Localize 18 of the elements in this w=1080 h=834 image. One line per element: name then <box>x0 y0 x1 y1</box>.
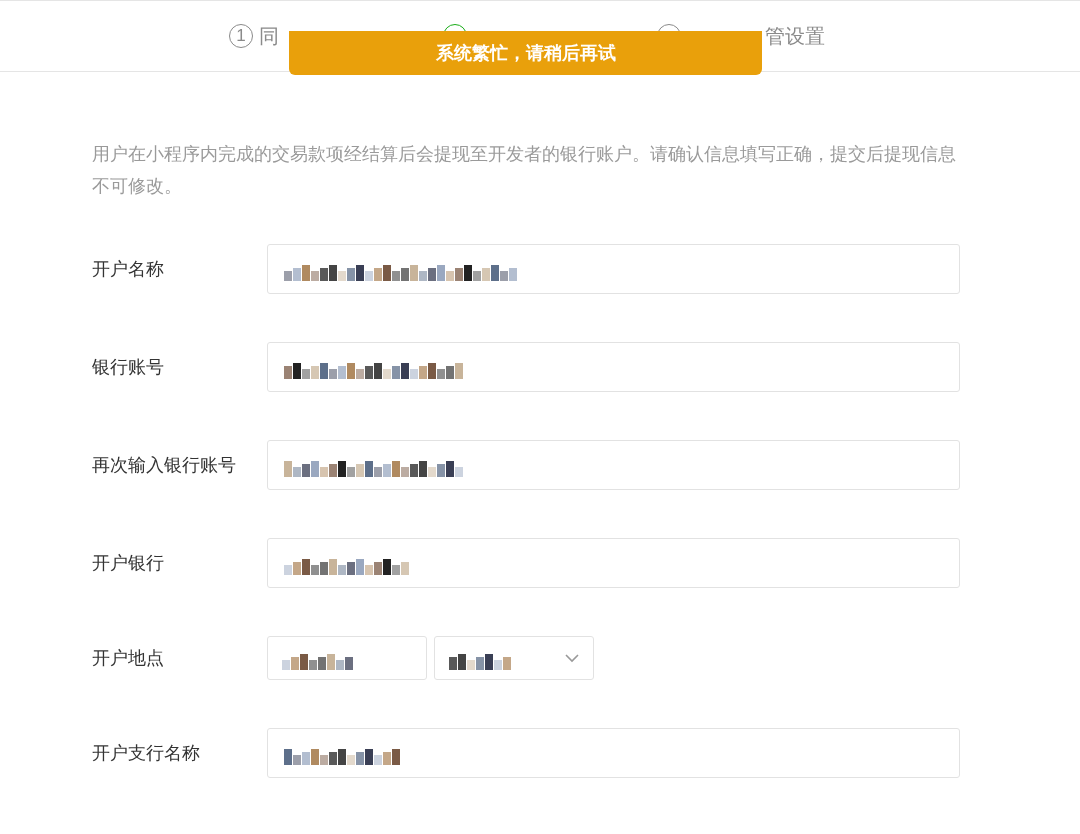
step-label: 管设置 <box>765 24 825 49</box>
field-label: 开户名称 <box>92 257 165 281</box>
dropdown-field[interactable] <box>434 636 594 680</box>
field-label: 银行账号 <box>92 355 165 379</box>
input-field[interactable] <box>267 342 960 392</box>
field-label: 再次输入银行账号 <box>92 453 237 477</box>
input-field[interactable] <box>267 244 960 294</box>
toast-message: 系统繁忙，请稍后再试 <box>289 31 762 75</box>
field-label: 开户地点 <box>92 646 165 670</box>
chevron-down-icon <box>565 653 579 663</box>
dropdown-field[interactable] <box>267 636 427 680</box>
input-field[interactable] <box>267 440 960 490</box>
field-label: 开户银行 <box>92 551 165 575</box>
field-label: 开户支行名称 <box>92 741 201 765</box>
description-text: 用户在小程序内完成的交易款项经结算后会提现至开发者的银行账户。请确认信息填写正确，提交后提现信息不可修改。 <box>92 143 957 198</box>
step-label: 同 <box>259 24 279 49</box>
input-field[interactable] <box>267 538 960 588</box>
input-field[interactable] <box>267 728 960 778</box>
